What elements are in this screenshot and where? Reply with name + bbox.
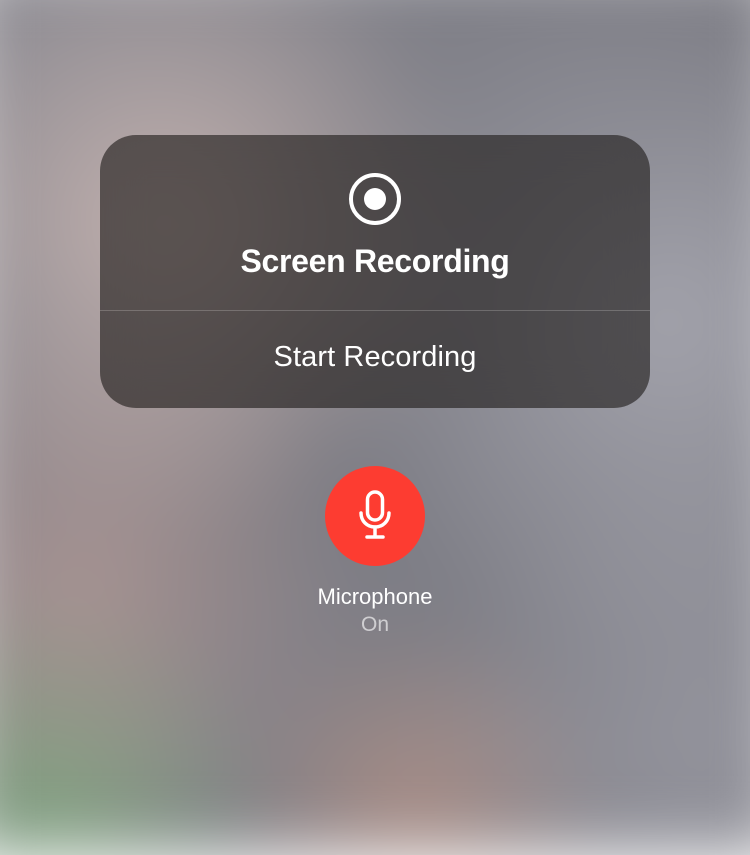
start-recording-button[interactable]: Start Recording (100, 311, 650, 408)
microphone-status: On (361, 613, 389, 637)
microphone-label: Microphone (318, 584, 433, 610)
record-icon (347, 171, 403, 227)
screen-recording-panel: Screen Recording Start Recording (100, 135, 650, 408)
microphone-toggle-button[interactable] (325, 466, 425, 566)
start-recording-label: Start Recording (274, 341, 477, 374)
panel-title: Screen Recording (240, 243, 509, 280)
microphone-section: Microphone On (318, 466, 433, 637)
control-center-overlay: Screen Recording Start Recording Microph… (0, 0, 750, 814)
panel-header: Screen Recording (100, 135, 650, 310)
record-icon-dot (364, 188, 386, 210)
microphone-icon (354, 490, 396, 542)
record-icon-ring (349, 173, 401, 225)
